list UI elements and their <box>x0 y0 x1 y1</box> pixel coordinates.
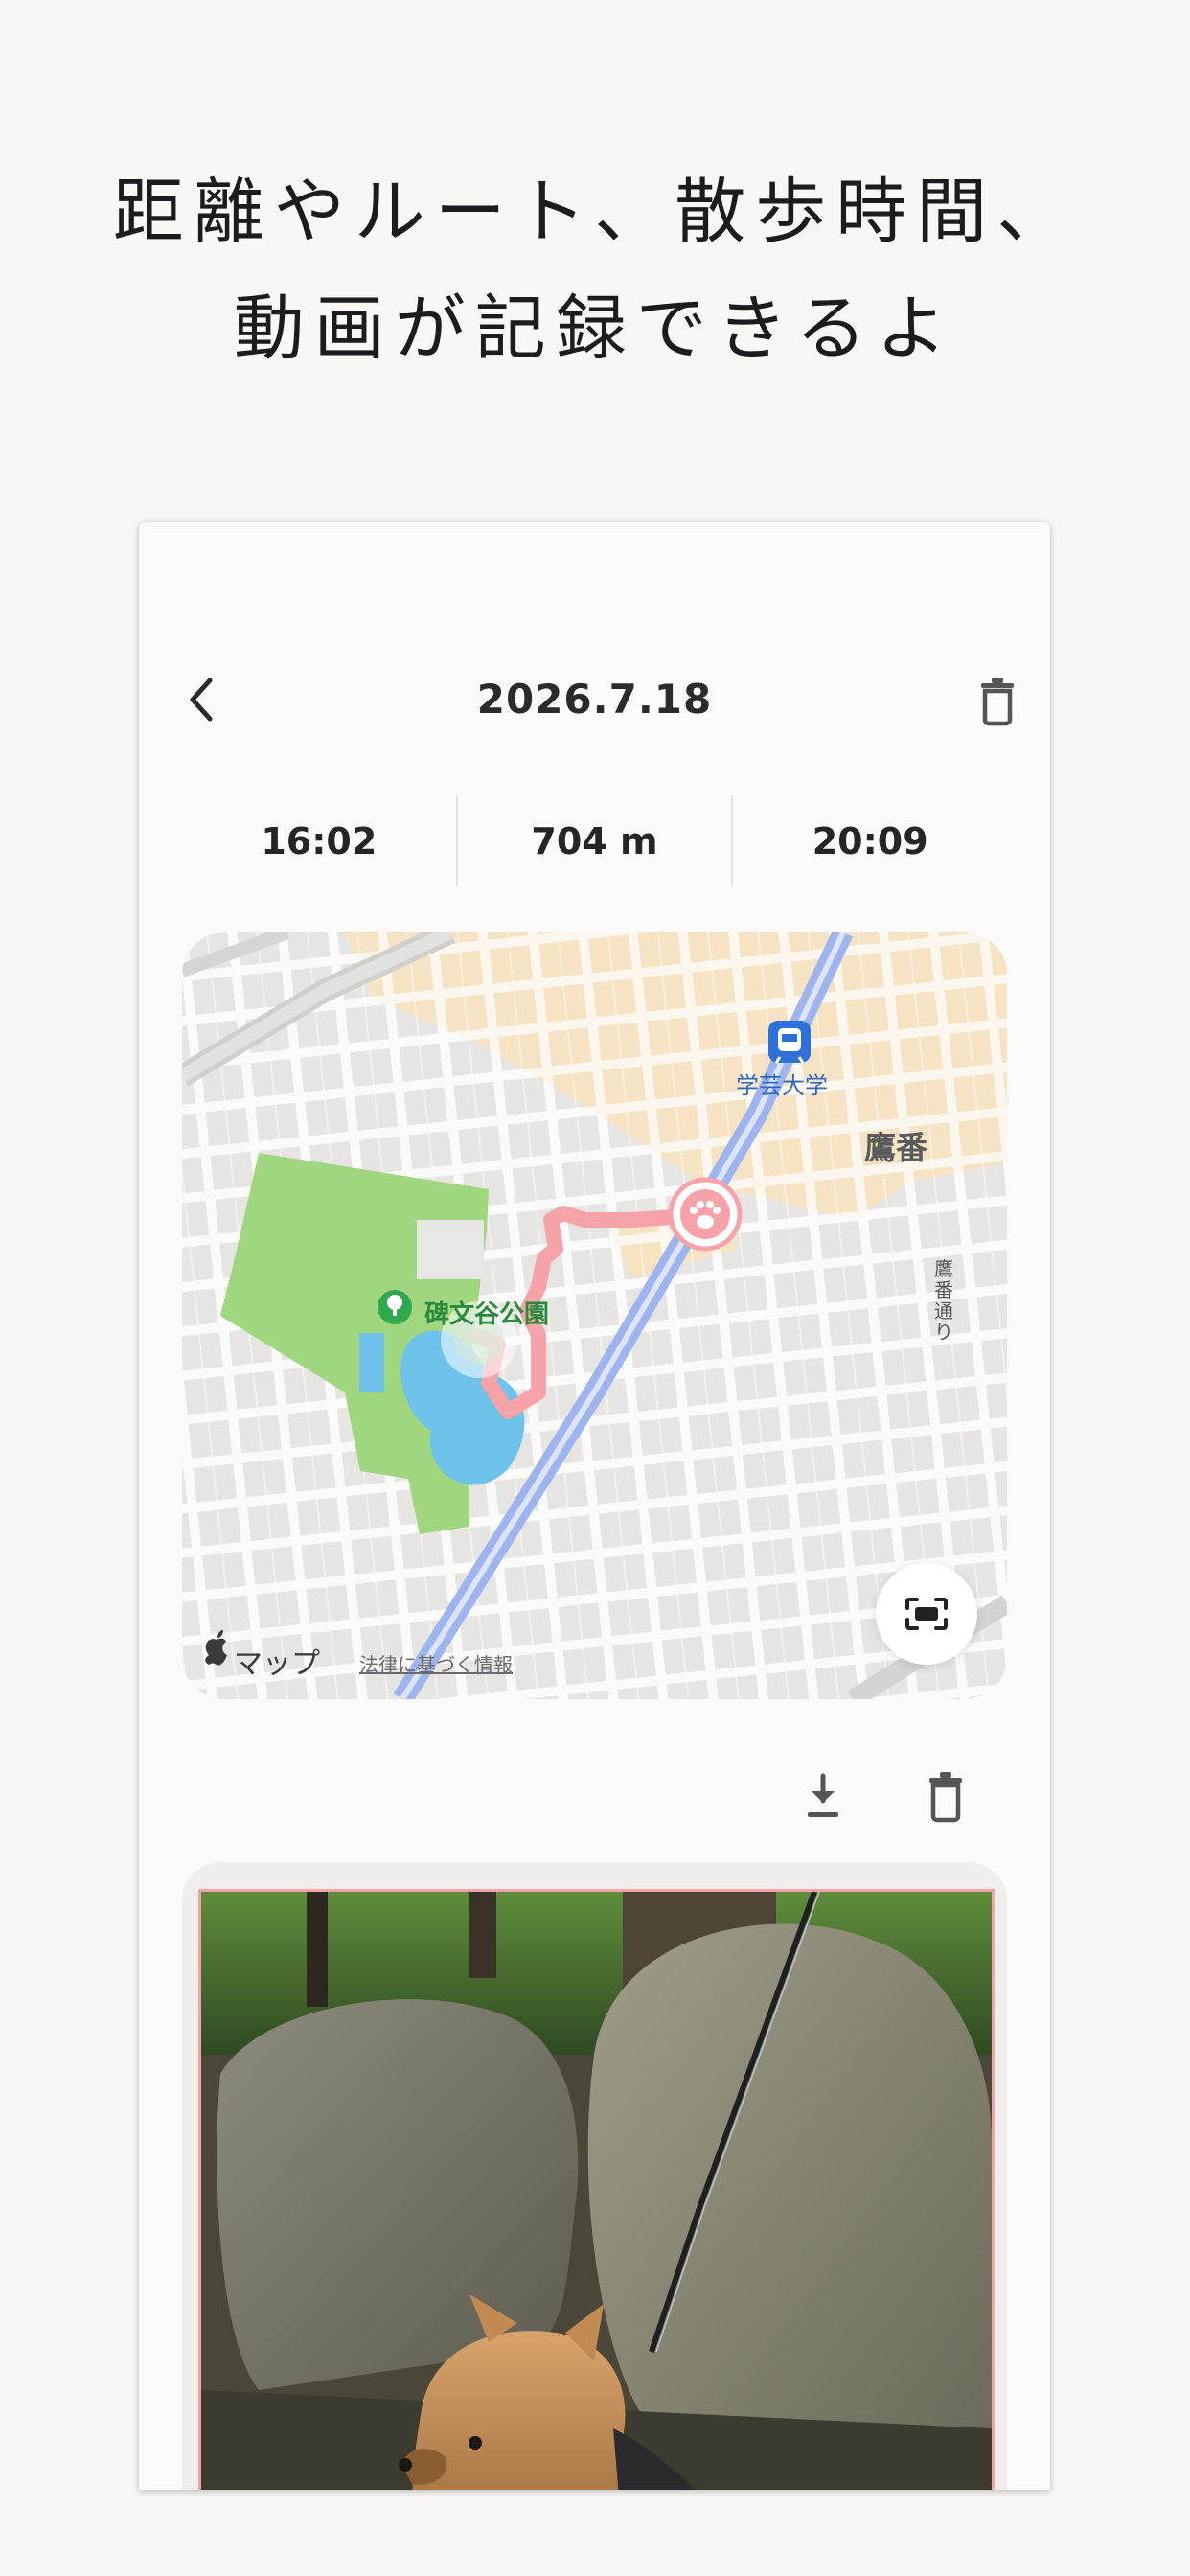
road-label: 鷹番通り <box>934 1257 953 1344</box>
focus-frame-icon <box>905 1598 948 1630</box>
map-brand: マップ <box>205 1640 320 1682</box>
headline-line-2: 動画が記録できるよ <box>233 288 957 370</box>
start-time: 16:02 <box>261 819 378 862</box>
station-icon <box>768 1021 811 1064</box>
delete-record-button[interactable] <box>973 674 1021 727</box>
download-icon <box>808 1773 838 1817</box>
delete-video-button[interactable] <box>923 1768 969 1824</box>
trash-icon <box>981 678 1014 726</box>
phone-screen: 2026.7.18 16:02 704 m 20:09 学芸大学 鷹番 碑文谷公… <box>139 522 1050 2490</box>
video-player[interactable] <box>198 1889 995 2490</box>
current-position-marker <box>668 1177 743 1252</box>
station-label: 学芸大学 <box>736 1072 828 1099</box>
fit-route-button[interactable] <box>876 1563 977 1665</box>
park-pin-icon <box>378 1290 412 1324</box>
legal-link[interactable]: 法律に基づく情報 <box>359 1649 513 1677</box>
headline: 距離やルート、散歩時間、 動画が記録できるよ <box>0 153 1190 387</box>
walk-stats: 16:02 704 m 20:09 <box>182 795 1007 886</box>
page-title: 2026.7.18 <box>476 676 713 723</box>
route-map[interactable]: 学芸大学 鷹番 碑文谷公園 鷹番通り マップ 法律に基づく情報 <box>182 932 1007 1699</box>
headline-line-1: 距離やルート、散歩時間、 <box>112 171 1078 253</box>
area-label: 鷹番 <box>864 1129 927 1166</box>
map-canvas <box>182 932 1007 1699</box>
duration: 20:09 <box>731 795 1007 886</box>
video-thumbnail <box>201 1892 992 2490</box>
trash-icon <box>929 1772 962 1823</box>
video-card <box>182 1862 1007 2490</box>
map-brand-text: マップ <box>234 1647 320 1681</box>
download-video-button[interactable] <box>800 1770 846 1824</box>
park-label: 碑文谷公園 <box>424 1300 550 1329</box>
distance: 704 m <box>455 795 732 886</box>
